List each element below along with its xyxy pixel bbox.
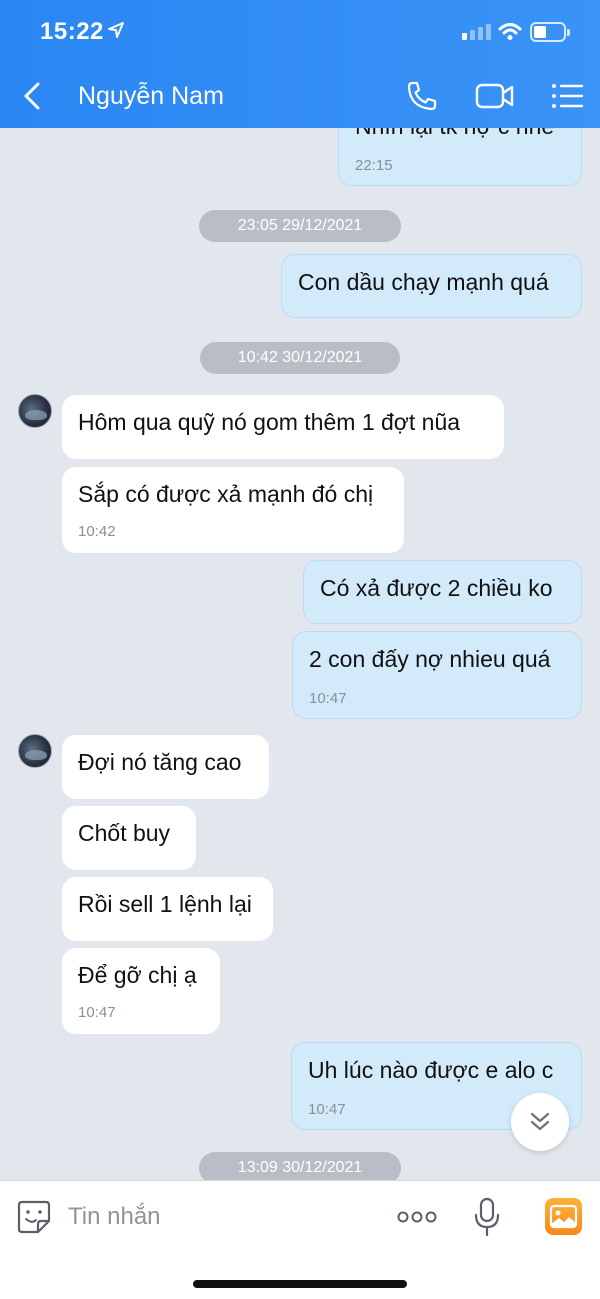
date-separator: 23:05 29/12/2021 (199, 210, 401, 242)
message-time: 10:47 (308, 1101, 346, 1118)
message-text: Sắp có được xả mạnh đó chị (78, 481, 374, 507)
message-text: Hôm qua quỹ nó gom thêm 1 đợt nũa (78, 409, 461, 435)
message-time: 10:42 (78, 523, 116, 540)
status-time: 15:22 (40, 18, 104, 45)
phone-call-icon[interactable] (404, 78, 440, 114)
message-text: Chốt buy (78, 820, 171, 846)
message-time: 22:15 (355, 157, 393, 174)
message-text: Đợi nó tăng cao (78, 749, 242, 775)
video-call-icon[interactable] (474, 80, 516, 112)
battery-icon (530, 22, 570, 42)
home-indicator (193, 1280, 407, 1288)
message-bubble[interactable]: Chốt buy (62, 806, 196, 870)
message-input-bar: Tin nhắn (0, 1180, 600, 1299)
message-text: Nhìn lại tk nợ c nhé (355, 128, 554, 140)
message-list[interactable]: Nhìn lại tk nợ c nhé 22:15 23:05 29/12/2… (0, 128, 600, 1180)
message-time: 10:47 (78, 1004, 116, 1021)
message-text: Để gỡ chị ạ (78, 962, 197, 988)
contact-name[interactable]: Nguyễn Nam (78, 82, 224, 111)
sticker-icon[interactable] (16, 1199, 52, 1235)
message-bubble[interactable]: Rồi sell 1 lệnh lại (62, 877, 273, 941)
message-input[interactable]: Tin nhắn (68, 1203, 161, 1231)
location-arrow-icon (108, 22, 124, 38)
message-text: Con dầu chạy mạnh quá (298, 269, 549, 295)
date-separator: 10:42 30/12/2021 (200, 342, 400, 374)
contact-avatar[interactable] (18, 394, 52, 428)
double-chevron-down-icon (530, 1112, 550, 1131)
list-menu-icon[interactable] (550, 80, 586, 112)
landscape-icon (549, 1204, 578, 1229)
contact-avatar[interactable] (18, 734, 52, 768)
wifi-icon (498, 23, 522, 40)
message-bubble[interactable]: Nhìn lại tk nợ c nhé 22:15 (338, 128, 582, 186)
message-text: Rồi sell 1 lệnh lại (78, 891, 252, 917)
message-bubble[interactable]: Hôm qua quỹ nó gom thêm 1 đợt nũa (62, 395, 504, 459)
message-text: Uh lúc nào được e alo c (308, 1057, 554, 1083)
back-button[interactable] (14, 78, 50, 114)
image-gallery-icon[interactable] (545, 1198, 582, 1235)
message-text: 2 con đấy nợ nhieu quá (309, 646, 551, 672)
chat-header: 15:22 Nguyễn Nam (0, 0, 600, 128)
message-bubble[interactable]: 2 con đấy nợ nhieu quá 10:47 (292, 631, 582, 719)
message-bubble[interactable]: Đợi nó tăng cao (62, 735, 269, 799)
message-bubble[interactable]: Con dầu chạy mạnh quá (281, 254, 582, 318)
chevron-left-icon (24, 82, 40, 110)
more-options-icon[interactable] (396, 1207, 438, 1227)
message-bubble[interactable]: Có xả được 2 chiều ko (303, 560, 582, 624)
message-text: Có xả được 2 chiều ko (320, 575, 553, 601)
scroll-to-bottom-button[interactable] (511, 1093, 569, 1151)
message-bubble[interactable]: Để gỡ chị ạ 10:47 (62, 948, 220, 1034)
cellular-signal-icon (462, 24, 491, 40)
message-time: 10:47 (309, 690, 347, 707)
date-separator: 13:09 30/12/2021 (199, 1152, 401, 1180)
message-bubble[interactable]: Sắp có được xả mạnh đó chị 10:42 (62, 467, 404, 553)
microphone-icon[interactable] (472, 1197, 502, 1237)
